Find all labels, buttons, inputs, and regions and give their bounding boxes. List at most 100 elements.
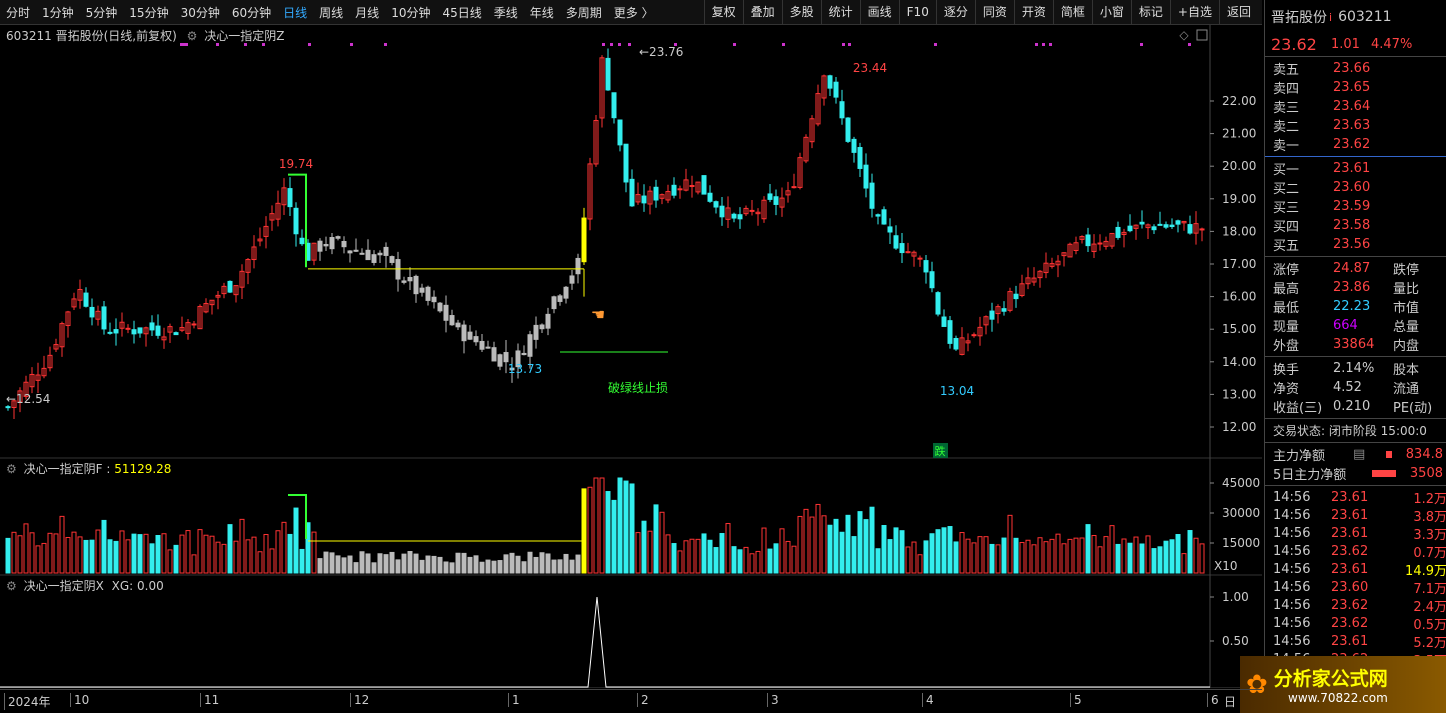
candle: [575, 257, 581, 275]
month-label: 11: [200, 693, 219, 707]
volume-bar: [1181, 553, 1187, 574]
toolbar-button-13[interactable]: 返回: [1218, 0, 1258, 24]
volume-bar: [545, 553, 551, 574]
period-7[interactable]: 周线: [313, 4, 349, 21]
period-0[interactable]: 分时: [0, 4, 36, 21]
period-10[interactable]: 45日线: [436, 4, 487, 21]
candle: [953, 338, 959, 350]
chart-area[interactable]: 22.00 21.00 20.00 19.00 18.00 17.00 16.00 15.00…: [0, 25, 1262, 688]
volume-tick-label: 45000: [1222, 476, 1260, 490]
volume-bar: [755, 550, 761, 574]
volume-bar: [1031, 544, 1037, 574]
volume-bar: [275, 530, 281, 574]
period-14[interactable]: 更多 〉: [608, 4, 660, 21]
kline-chart[interactable]: 22.00 21.00 20.00 19.00 18.00 17.00 16.00 15.00…: [0, 25, 1262, 688]
list-icon[interactable]: ▤: [1353, 447, 1367, 462]
toolbar-button-0[interactable]: 复权: [703, 0, 743, 24]
volume-bar: [677, 550, 683, 574]
candle: [299, 237, 305, 245]
candle: [1163, 224, 1169, 228]
toolbar-button-5[interactable]: F10: [898, 0, 936, 24]
period-9[interactable]: 10分钟: [385, 4, 436, 21]
volume-gear-icon[interactable]: ⚙: [6, 462, 17, 476]
toolbar-button-12[interactable]: +自选: [1169, 0, 1219, 24]
sell-row-4: 卖一 23.62: [1273, 137, 1371, 154]
period-3[interactable]: 15分钟: [123, 4, 174, 21]
toolbar-button-11[interactable]: 标记: [1130, 0, 1170, 24]
volume-bar: [1013, 537, 1019, 574]
candle: [839, 101, 845, 119]
volume-tick-label: 15000: [1222, 536, 1260, 550]
toolbar-button-8[interactable]: 开资: [1013, 0, 1053, 24]
volume-bar: [767, 548, 773, 574]
month-label: 6: [1207, 693, 1219, 707]
period-12[interactable]: 年线: [524, 4, 560, 21]
volume-indicator-name[interactable]: 决心一指定阴F: [24, 462, 103, 476]
period-8[interactable]: 月线: [349, 4, 385, 21]
candle: [191, 323, 197, 326]
candle: [1151, 226, 1157, 231]
sub-indicator-name[interactable]: 决心一指定阴X: [24, 579, 104, 593]
volume-bar: [1187, 530, 1193, 574]
toolbar-button-9[interactable]: 简框: [1052, 0, 1092, 24]
candle: [473, 336, 479, 343]
volume-bar: [251, 536, 257, 574]
stat2-row-0: 换手 2.14% 股本: [1273, 361, 1420, 378]
candle: [449, 315, 455, 326]
toolbar-button-10[interactable]: 小窗: [1091, 0, 1131, 24]
toolbar-button-6[interactable]: 逐分: [935, 0, 975, 24]
period-13[interactable]: 多周期: [560, 4, 608, 21]
signal-dot: [1035, 43, 1038, 46]
toolbar-button-3[interactable]: 统计: [820, 0, 860, 24]
signal-dot: [308, 43, 311, 46]
candle: [947, 320, 953, 344]
period-4[interactable]: 30分钟: [175, 4, 226, 21]
toolbar-button-2[interactable]: 多股: [781, 0, 821, 24]
candle: [773, 196, 779, 205]
candle: [551, 296, 557, 310]
volume-bar: [905, 546, 911, 574]
volume-bar: [1127, 542, 1133, 574]
volume-bar: [167, 549, 173, 574]
volume-bar: [29, 532, 35, 574]
sub-tick-label: 0.50: [1222, 634, 1249, 648]
volume-bar: [857, 511, 863, 574]
logo-url: www.70822.com: [1288, 691, 1388, 705]
volume-bar: [959, 532, 965, 574]
volume-bar: [599, 477, 605, 574]
volume-bar: [851, 536, 857, 574]
candle: [935, 292, 941, 315]
toolbar-button-7[interactable]: 同资: [974, 0, 1014, 24]
volume-bar: [1055, 533, 1061, 574]
signal-dot: [934, 43, 937, 46]
volume-bar: [1097, 546, 1103, 574]
high-label: 19.74: [279, 157, 313, 171]
candle: [569, 275, 575, 284]
period-1[interactable]: 1分钟: [36, 4, 80, 21]
sell-orders: 卖五 23.66 卖四 23.65 卖三 23.64 卖二 23.63 卖一 23.62: [1265, 59, 1446, 154]
candle: [227, 280, 233, 293]
toolbar-button-4[interactable]: 画线: [859, 0, 899, 24]
candle: [353, 249, 359, 252]
price-pct: 4.47%: [1371, 36, 1413, 52]
indicator-gear-icon[interactable]: ⚙: [187, 29, 198, 43]
sell-row-1: 卖四 23.65: [1273, 80, 1371, 97]
sub-gear-icon[interactable]: ⚙: [6, 579, 17, 593]
period-5[interactable]: 60分钟: [226, 4, 277, 21]
tick-row: 14:56 23.60 7.1万: [1273, 579, 1446, 597]
indicator-name[interactable]: 决心一指定阴Z: [204, 29, 284, 43]
volume-bar: [419, 559, 425, 574]
period-2[interactable]: 5分钟: [80, 4, 124, 21]
period-11[interactable]: 季线: [488, 4, 524, 21]
volume-bar: [17, 535, 23, 574]
volume-bar: [101, 519, 107, 574]
volume-bar: [257, 551, 263, 574]
period-6[interactable]: 日线: [277, 4, 313, 21]
volume-bar: [491, 560, 497, 574]
candle: [629, 178, 635, 207]
info-icon[interactable]: i: [1329, 11, 1332, 24]
volume-bar: [557, 559, 563, 574]
candle: [767, 193, 773, 200]
toolbar-button-1[interactable]: 叠加: [742, 0, 782, 24]
candle: [329, 237, 335, 250]
